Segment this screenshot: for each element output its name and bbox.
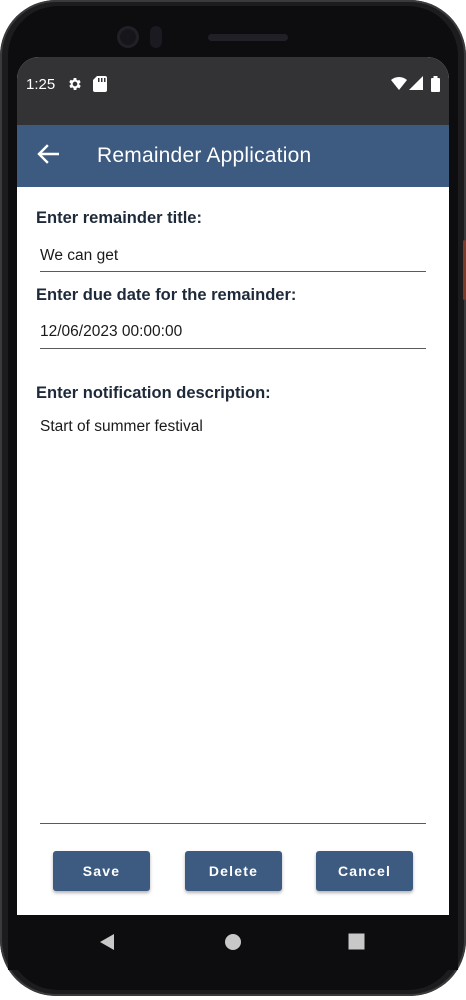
nav-recents-button[interactable]	[348, 933, 365, 955]
app-bar: Remainder Application	[17, 125, 449, 187]
status-bar: 1:25	[17, 57, 449, 125]
description-label: Enter notification description:	[36, 384, 271, 402]
earpiece-speaker	[208, 34, 288, 41]
title-input-value: We can get	[40, 247, 119, 264]
front-camera	[117, 26, 139, 48]
sd-card-icon	[93, 76, 107, 96]
battery-icon	[431, 76, 440, 96]
arrow-left-icon	[37, 143, 60, 169]
nav-back-button[interactable]	[98, 933, 116, 956]
signal-icon	[409, 76, 423, 94]
due-date-input-value: 12/06/2023 00:00:00	[40, 323, 183, 340]
back-triangle-icon	[98, 933, 116, 956]
device-frame: 1:25 Remainder Application Enter remaind…	[0, 0, 466, 1000]
due-date-input-underline	[40, 348, 426, 349]
screen: 1:25 Remainder Application Enter remaind…	[17, 57, 449, 915]
description-textarea-underline	[40, 823, 426, 824]
delete-button[interactable]: Delete	[185, 851, 282, 891]
gear-icon	[67, 76, 83, 96]
wifi-icon	[391, 76, 407, 94]
cancel-button[interactable]: Cancel	[316, 851, 413, 891]
recents-square-icon	[348, 933, 365, 955]
title-label: Enter remainder title:	[36, 209, 202, 227]
back-button[interactable]	[31, 139, 65, 173]
system-nav-bar	[8, 915, 458, 970]
due-date-label: Enter due date for the remainder:	[36, 286, 297, 304]
save-button[interactable]: Save	[53, 851, 150, 891]
proximity-sensor	[150, 26, 162, 48]
description-textarea-value: Start of summer festival	[40, 418, 203, 435]
title-input-underline	[40, 271, 426, 272]
home-circle-icon	[224, 933, 242, 956]
status-time: 1:25	[26, 76, 56, 93]
nav-home-button[interactable]	[224, 933, 242, 956]
app-title: Remainder Application	[97, 144, 312, 167]
form-content: Enter remainder title: We can get Enter …	[17, 187, 449, 915]
